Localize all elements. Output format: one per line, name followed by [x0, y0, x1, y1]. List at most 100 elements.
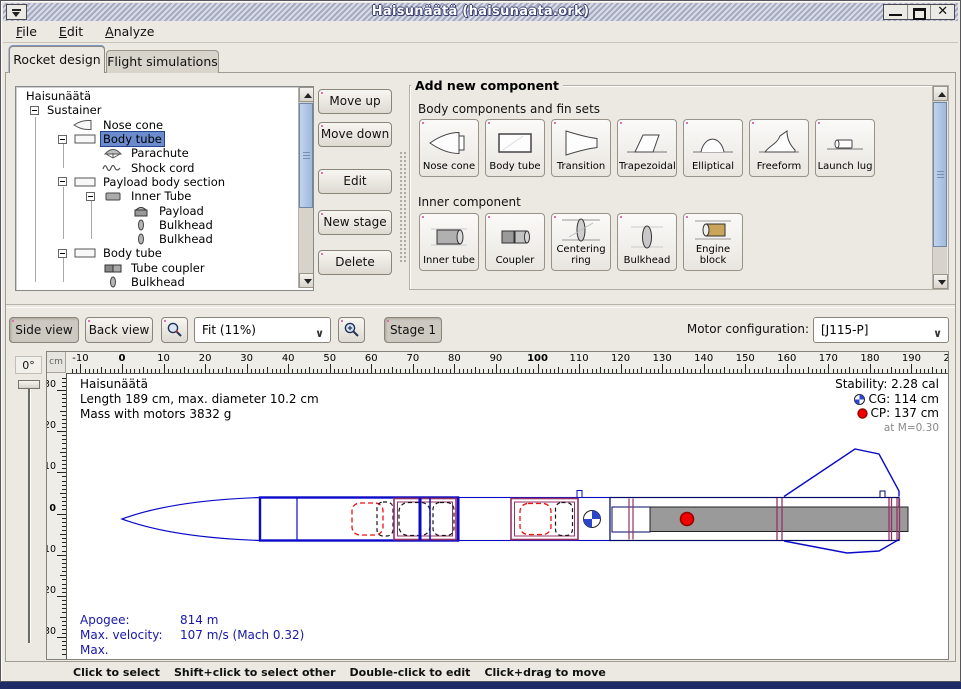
- rotation-slider-track[interactable]: [28, 385, 30, 643]
- chevron-down-icon: ∨: [315, 322, 324, 346]
- tree-scrollbar[interactable]: [298, 87, 313, 288]
- tree-item-parachute[interactable]: Parachute: [20, 146, 297, 160]
- tree-item-bulkhead[interactable]: Bulkhead: [20, 218, 297, 232]
- scroll-down-button[interactable]: [299, 273, 314, 288]
- add-panel-scrollbar-thumb[interactable]: [933, 102, 947, 247]
- tab-rocket-design[interactable]: Rocket design: [9, 46, 105, 73]
- centering-ring-icon: [559, 215, 603, 245]
- add-coupler-button[interactable]: Coupler: [485, 213, 545, 271]
- side-view-button[interactable]: Side view: [9, 317, 79, 343]
- chevron-down-icon: ∨: [933, 322, 942, 346]
- move-up-button[interactable]: Move up: [318, 89, 392, 114]
- close-button[interactable]: ✕: [931, 5, 954, 19]
- tree-item-sustainer[interactable]: Sustainer: [20, 103, 297, 117]
- scroll-down-button[interactable]: [933, 274, 948, 289]
- maximize-button[interactable]: [908, 5, 932, 19]
- tree-item-tube-coupler[interactable]: Tube coupler: [20, 261, 297, 275]
- add-transition-button[interactable]: Transition: [551, 119, 611, 177]
- scroll-up-button[interactable]: [933, 86, 948, 101]
- add-inner-tube-button[interactable]: Inner tube: [419, 213, 479, 271]
- add-engine-block-button[interactable]: Engine block: [683, 213, 743, 271]
- rocket-canvas[interactable]: -100102030405060708090100110120130140150…: [46, 351, 949, 660]
- tree-item-body-tube[interactable]: Body tube: [20, 132, 297, 146]
- tree-item-inner-tube[interactable]: Inner Tube: [20, 189, 297, 203]
- add-centering-ring-button[interactable]: Centering ring: [551, 213, 611, 271]
- tree-item-nose-cone[interactable]: Nose cone: [20, 118, 297, 132]
- tube-coupler-icon: [101, 262, 129, 274]
- tree-item-bulkhead[interactable]: Bulkhead: [20, 232, 297, 246]
- menu-edit[interactable]: Edit: [50, 21, 92, 39]
- tree-collapse-icon[interactable]: [58, 135, 67, 144]
- move-down-button[interactable]: Move down: [318, 122, 392, 147]
- add-elliptical-button[interactable]: Elliptical: [683, 119, 743, 177]
- add-launch-lug-button[interactable]: Launch lug: [815, 119, 875, 177]
- engine-block-icon: [691, 215, 735, 245]
- tree-item-payload[interactable]: Payload: [20, 203, 297, 217]
- rocket-info: HaisunäätäLength 189 cm, max. diameter 1…: [80, 377, 319, 422]
- magnifier-plus-icon: [343, 321, 361, 339]
- shock-cord-icon: [101, 162, 129, 174]
- body-tube-icon: [73, 133, 101, 145]
- component-button-label: Body tube: [487, 162, 543, 173]
- component-button-label: Coupler: [487, 256, 543, 267]
- stage-1-toggle[interactable]: Stage 1: [384, 317, 442, 343]
- tree-item-label: Payload: [157, 204, 206, 218]
- add-body-tube-button[interactable]: Body tube: [485, 119, 545, 177]
- zoom-in-button[interactable]: [338, 317, 365, 343]
- tree-item-label: Sustainer: [45, 103, 103, 117]
- tree-item-body-tube[interactable]: Body tube: [20, 246, 297, 260]
- menubar: FileEditAnalyze: [3, 21, 958, 43]
- body-tube-outline: [260, 498, 458, 541]
- coupler-icon: [493, 222, 537, 252]
- tree-scrollbar-thumb[interactable]: [299, 103, 313, 208]
- mach-note: at M=0.30: [835, 421, 939, 436]
- payload-icon: [129, 205, 157, 217]
- horizontal-splitter[interactable]: [6, 304, 955, 308]
- scroll-up-button[interactable]: [299, 87, 314, 102]
- new-stage-button[interactable]: New stage: [318, 210, 392, 235]
- add-panel-scrollbar[interactable]: [932, 86, 947, 289]
- component-button-label: Engine block: [685, 245, 741, 266]
- menu-file[interactable]: File: [7, 21, 46, 39]
- add-bulkhead-button[interactable]: Bulkhead: [617, 213, 677, 271]
- tree-item-label: Bulkhead: [157, 218, 215, 232]
- component-button-label: Nose cone: [421, 162, 477, 173]
- tree-collapse-icon[interactable]: [58, 177, 67, 186]
- tree-collapse-icon[interactable]: [86, 192, 95, 201]
- tree-item-label: Nose cone: [101, 118, 165, 132]
- tree-item-bulkhead[interactable]: Bulkhead: [20, 275, 297, 289]
- tree-item-payload-body-section[interactable]: Payload body section: [20, 175, 297, 189]
- component-button-label: Transition: [553, 162, 609, 173]
- cp-icon: [857, 408, 868, 419]
- add-component-title: Add new component: [411, 78, 563, 93]
- motor-configuration-select[interactable]: [J115-P] ∨: [813, 317, 949, 343]
- minimize-button[interactable]: [884, 5, 908, 19]
- cg-value: CG: 114 cm: [835, 392, 939, 407]
- tree-collapse-icon[interactable]: [58, 249, 67, 258]
- titlebar[interactable]: Haisunäätä (haisunaata.ork) ✕: [3, 3, 958, 22]
- splitter-grip[interactable]: [399, 151, 406, 263]
- zoom-out-button[interactable]: [161, 317, 188, 343]
- flight-stat-apogee: Apogee:814 m: [80, 613, 304, 628]
- rotation-slider-handle[interactable]: [18, 380, 40, 389]
- body-tube-icon: [73, 247, 101, 259]
- component-button-label: Centering ring: [553, 245, 609, 266]
- delete-button[interactable]: Delete: [318, 250, 392, 275]
- desktop-edge: [0, 682, 961, 689]
- add-freeform-button[interactable]: Freeform: [749, 119, 809, 177]
- zoom-level-select[interactable]: Fit (11%) ∨: [194, 317, 331, 343]
- cp-marker: [681, 513, 694, 526]
- menu-analyze[interactable]: Analyze: [96, 21, 163, 39]
- tree-item-label: Haisunäätä: [24, 89, 93, 103]
- tree-item-haisun-t[interactable]: Haisunäätä: [20, 89, 297, 103]
- close-icon: ✕: [931, 4, 954, 20]
- tree-item-shock-cord[interactable]: Shock cord: [20, 160, 297, 174]
- tree-item-label: Shock cord: [129, 161, 196, 175]
- tree-collapse-icon[interactable]: [30, 106, 39, 115]
- add-trapezoidal-button[interactable]: Trapezoidal: [617, 119, 677, 177]
- back-view-button[interactable]: Back view: [85, 317, 153, 343]
- tab-flight-simulations[interactable]: Flight simulations: [106, 50, 219, 73]
- component-tree[interactable]: HaisunäätäSustainerNose coneBody tubePar…: [15, 86, 314, 291]
- edit-button[interactable]: Edit: [318, 169, 392, 194]
- add-nose-cone-button[interactable]: Nose cone: [419, 119, 479, 177]
